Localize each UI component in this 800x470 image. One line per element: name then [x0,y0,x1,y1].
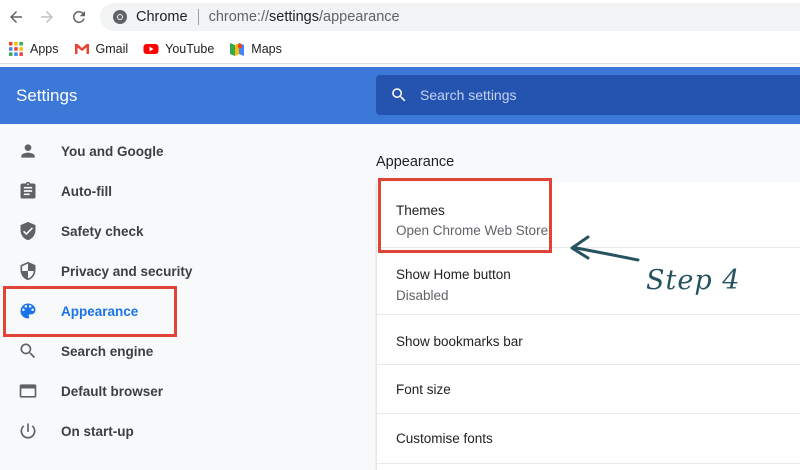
bookmark-youtube[interactable]: YouTube [143,41,214,57]
sidebar-item-privacy-and-security[interactable]: Privacy and security [0,251,220,291]
section-title: Appearance [376,154,455,170]
sidebar-item-safety-check[interactable]: Safety check [0,211,220,251]
search-input[interactable] [420,87,780,103]
bookmarks-bar: Apps Gmail YouTube Maps [0,34,800,64]
row-show-bookmarks-bar[interactable]: Show bookmarks bar [377,315,800,365]
apps-grid-icon [9,41,23,56]
appearance-highlight-box [3,286,177,337]
search-icon [20,343,36,359]
row-title: Customise fonts [396,431,493,446]
sidebar-item-label: You and Google [61,143,164,159]
sidebar-item-you-and-google[interactable]: You and Google [0,131,220,171]
reload-icon [72,10,85,23]
settings-search[interactable] [376,75,800,115]
sidebar-item-default-browser[interactable]: Default browser [0,371,220,411]
bookmark-apps[interactable]: Apps [8,41,59,57]
url-path: /appearance [319,9,400,25]
sidebar-item-on-start-up[interactable]: On start-up [0,411,220,451]
youtube-icon [143,43,159,54]
row-customise-fonts[interactable]: Customise fonts [377,414,800,464]
url-host: settings [269,9,319,25]
person-icon [21,144,35,158]
bookmark-maps[interactable]: Maps [229,41,282,57]
settings-header: Settings [0,67,800,124]
row-font-size[interactable]: Font size [377,365,800,414]
sidebar-item-auto-fill[interactable]: Auto-fill [0,171,220,211]
bookmark-label: Maps [251,41,282,56]
search-icon [392,88,406,102]
annotation-arrow-icon [570,235,640,262]
step-annotation: Step 4 [646,265,741,296]
bookmark-label: YouTube [165,41,215,56]
url-text: chrome://settings/appearance [209,9,400,25]
sidebar-item-label: Search engine [61,343,154,359]
sidebar-item-label: Safety check [61,223,144,239]
sidebar-item-label: Privacy and security [61,263,193,279]
bookmark-label: Gmail [95,41,129,56]
sidebar-item-label: Default browser [61,383,164,399]
shield-half-icon [20,261,36,281]
row-title: Font size [396,382,451,397]
bookmark-label: Apps [30,41,59,56]
sidebar-item-label: Auto-fill [61,183,112,199]
back-button[interactable] [1,2,31,32]
arrow-right-icon [41,11,53,23]
row-title: Show bookmarks bar [396,334,523,349]
browser-toolbar: Chrome chrome://settings/appearance [0,0,800,34]
page-title: Settings [16,86,78,105]
reload-button[interactable] [64,2,94,32]
sidebar-item-label: On start-up [61,423,134,439]
sidebar-item-search-engine[interactable]: Search engine [0,331,220,371]
maps-icon [230,42,245,56]
power-icon [20,423,36,439]
url-scheme: chrome:// [208,9,270,25]
omnibox-separator [197,9,199,25]
row-title: Show Home button [396,267,511,282]
arrow-left-icon [10,11,22,23]
address-bar[interactable]: Chrome chrome://settings/appearance [100,3,800,31]
bookmark-gmail[interactable]: Gmail [74,41,129,57]
chrome-logo-icon [113,10,127,24]
shield-check-icon [20,221,36,241]
clipboard-icon [20,181,36,199]
browser-window-icon [19,384,37,398]
themes-highlight-box [378,178,552,253]
row-subtitle: Disabled [396,288,449,303]
forward-button[interactable] [32,2,62,32]
gmail-icon [74,43,89,54]
site-name: Chrome [136,9,188,25]
